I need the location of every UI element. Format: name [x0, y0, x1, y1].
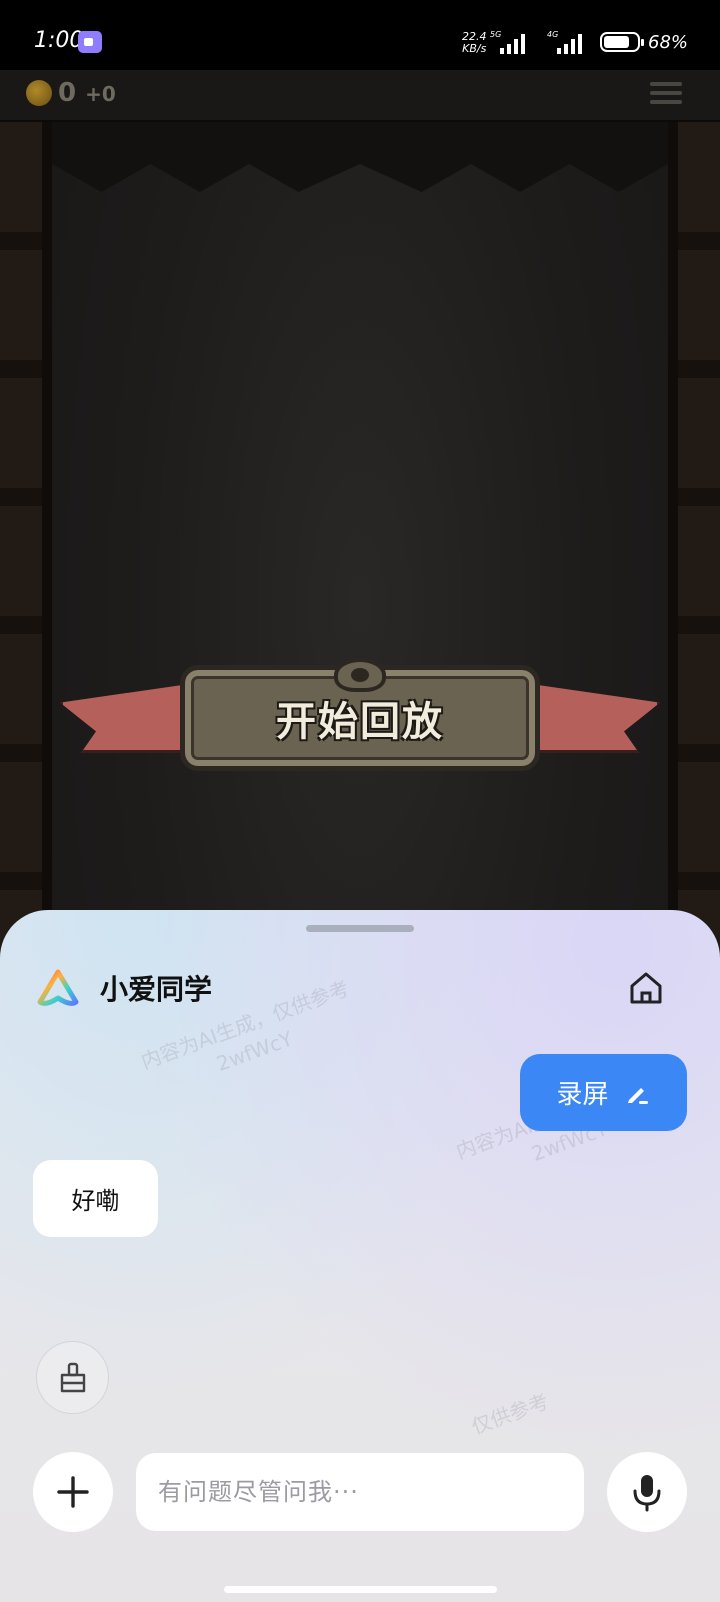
network-speed: 22.4 KB/s — [462, 30, 487, 55]
add-button[interactable] — [33, 1452, 113, 1532]
ai-watermark-partial: 仅供参考 — [468, 1389, 552, 1439]
bookshelf-left — [0, 122, 52, 1022]
coin-counter: 0 +0 — [58, 78, 116, 108]
assistant-reply-bubble: 好嘞 — [33, 1160, 158, 1237]
status-time: 1:00 — [34, 28, 84, 53]
xiaoai-logo-icon — [37, 969, 79, 1006]
plus-icon — [57, 1476, 89, 1508]
curtain-valance — [52, 122, 668, 192]
battery-percent: 68% — [648, 32, 689, 53]
brush-icon — [60, 1362, 85, 1392]
game-top-bar: 0 +0 — [0, 70, 720, 122]
menu-icon[interactable] — [650, 82, 682, 110]
signal-5g-icon: 5G — [490, 30, 530, 54]
bookshelf-right — [668, 122, 720, 1022]
user-message-bubble[interactable]: 录屏 — [520, 1054, 687, 1131]
microphone-icon — [633, 1475, 661, 1512]
signal-4g-icon: 4G — [547, 30, 587, 54]
home-icon — [630, 972, 662, 1004]
voice-input-button[interactable] — [607, 1452, 687, 1532]
home-button[interactable] — [622, 964, 670, 1012]
user-message-text: 录屏 — [556, 1080, 609, 1110]
eye-icon — [334, 658, 386, 692]
status-bar: 1:00 22.4 KB/s 5G 4G 68% — [0, 0, 720, 70]
assistant-reply-text: 好嘞 — [71, 1187, 120, 1215]
gesture-home-bar[interactable] — [224, 1586, 497, 1593]
battery-icon — [600, 32, 644, 52]
chat-input[interactable] — [136, 1453, 584, 1531]
clear-chat-button[interactable] — [36, 1341, 109, 1414]
assistant-name: 小爱同学 — [100, 973, 213, 1006]
screen-record-app-icon — [78, 31, 102, 53]
start-replay-button[interactable]: 开始回放 — [180, 658, 540, 771]
panel-drag-handle[interactable] — [306, 925, 414, 932]
start-replay-label: 开始回放 — [276, 699, 444, 745]
pencil-icon[interactable] — [625, 1080, 651, 1106]
replay-banner: 开始回放 — [50, 645, 670, 795]
assistant-panel: 内容为AI生成，仅供参考 2wfWcY 内容为AI生成，仅供参考 2wfWcY … — [0, 910, 720, 1602]
crown-coin-icon — [26, 80, 52, 106]
